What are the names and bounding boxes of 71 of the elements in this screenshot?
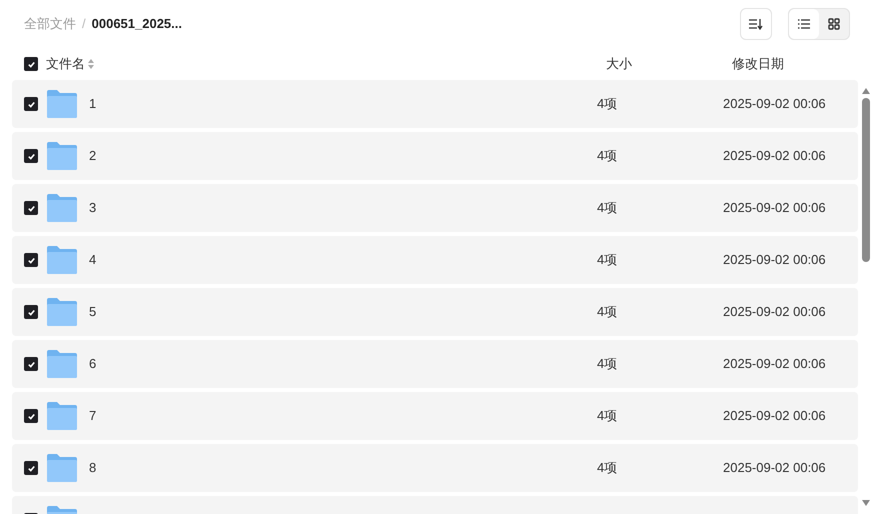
name-column-header[interactable]: 文件名: [46, 54, 85, 74]
folder-name: 7: [89, 407, 98, 426]
item-count: 4项: [597, 251, 618, 270]
checkbox[interactable]: [24, 409, 38, 423]
date-column-header: 修改日期: [732, 55, 784, 74]
checkbox[interactable]: [24, 461, 38, 475]
folder-icon: [47, 246, 77, 274]
folder-icon: [47, 350, 77, 378]
checkbox[interactable]: [24, 149, 38, 163]
item-count: 4项: [597, 147, 618, 166]
folder-name: 5: [89, 303, 98, 322]
item-count: 4项: [597, 303, 618, 322]
folder-name: 1: [89, 95, 98, 114]
folder-icon: [47, 194, 77, 222]
modified-date: 2025-09-02 00:06: [723, 147, 826, 166]
sort-button[interactable]: [740, 8, 772, 40]
folder-row[interactable]: 1 4项 2025-09-02 00:06: [12, 80, 858, 128]
folder-row[interactable]: 7 4项 2025-09-02 00:06: [12, 392, 858, 440]
check-icon: [26, 204, 36, 212]
breadcrumb-current[interactable]: 000651_2025...: [92, 14, 182, 34]
folder-name: 8: [89, 459, 98, 478]
folder-icon: [47, 454, 77, 482]
grid-icon: [828, 18, 840, 30]
folder-name: 6: [89, 355, 98, 374]
checkbox[interactable]: [24, 253, 38, 267]
breadcrumb-separator: /: [82, 15, 86, 34]
check-icon: [26, 60, 36, 68]
check-icon: [26, 412, 36, 420]
modified-date: 2025-09-02 00:06: [723, 199, 826, 218]
folder-icon: [47, 402, 77, 430]
modified-date: 2025-09-02 00:06: [723, 407, 826, 426]
item-count: 4项: [597, 407, 618, 426]
size-column-header: 大小: [606, 55, 633, 74]
folder-name: 2: [89, 147, 98, 166]
modified-date: 2025-09-02 00:06: [723, 355, 826, 374]
folder-row[interactable]: 8 4项 2025-09-02 00:06: [12, 444, 858, 492]
modified-date: 2025-09-02 00:06: [723, 303, 826, 322]
folder-row[interactable]: 4 4项 2025-09-02 00:06: [12, 236, 858, 284]
folder-icon: [47, 142, 77, 170]
folder-row[interactable]: 5 4项 2025-09-02 00:06: [12, 288, 858, 336]
item-count: 4项: [597, 355, 618, 374]
scrollbar-thumb[interactable]: [862, 98, 870, 262]
item-count: 4项: [597, 459, 618, 478]
folder-icon: [47, 90, 77, 118]
check-icon: [26, 256, 36, 264]
folder-row[interactable]: 3 4项 2025-09-02 00:06: [12, 184, 858, 232]
scroll-up-icon[interactable]: [862, 88, 870, 94]
modified-date: 2025-09-02 00:06: [723, 459, 826, 478]
check-icon: [26, 360, 36, 368]
modified-date: 2025-09-02 00:06: [723, 251, 826, 270]
checkbox[interactable]: [24, 57, 38, 71]
checkbox[interactable]: [24, 305, 38, 319]
folder-row[interactable]: 6 4项 2025-09-02 00:06: [12, 340, 858, 388]
modified-date: 2025-09-02 00:06: [723, 95, 826, 114]
checkbox[interactable]: [24, 357, 38, 371]
check-icon: [26, 152, 36, 160]
sort-icon: [749, 18, 763, 30]
item-count: 4项: [597, 199, 618, 218]
check-icon: [26, 100, 36, 108]
list-icon: [798, 19, 810, 29]
item-count: 4项: [597, 95, 618, 114]
scroll-down-icon[interactable]: [862, 500, 870, 506]
check-icon: [26, 464, 36, 472]
check-icon: [26, 308, 36, 316]
folder-name: 4: [89, 251, 98, 270]
folder-row[interactable]: 2 4项 2025-09-02 00:06: [12, 132, 858, 180]
list-view-button[interactable]: [789, 9, 819, 39]
checkbox[interactable]: [24, 97, 38, 111]
folder-icon: [47, 298, 77, 326]
folder-name: 3: [89, 199, 98, 218]
checkbox[interactable]: [24, 201, 38, 215]
